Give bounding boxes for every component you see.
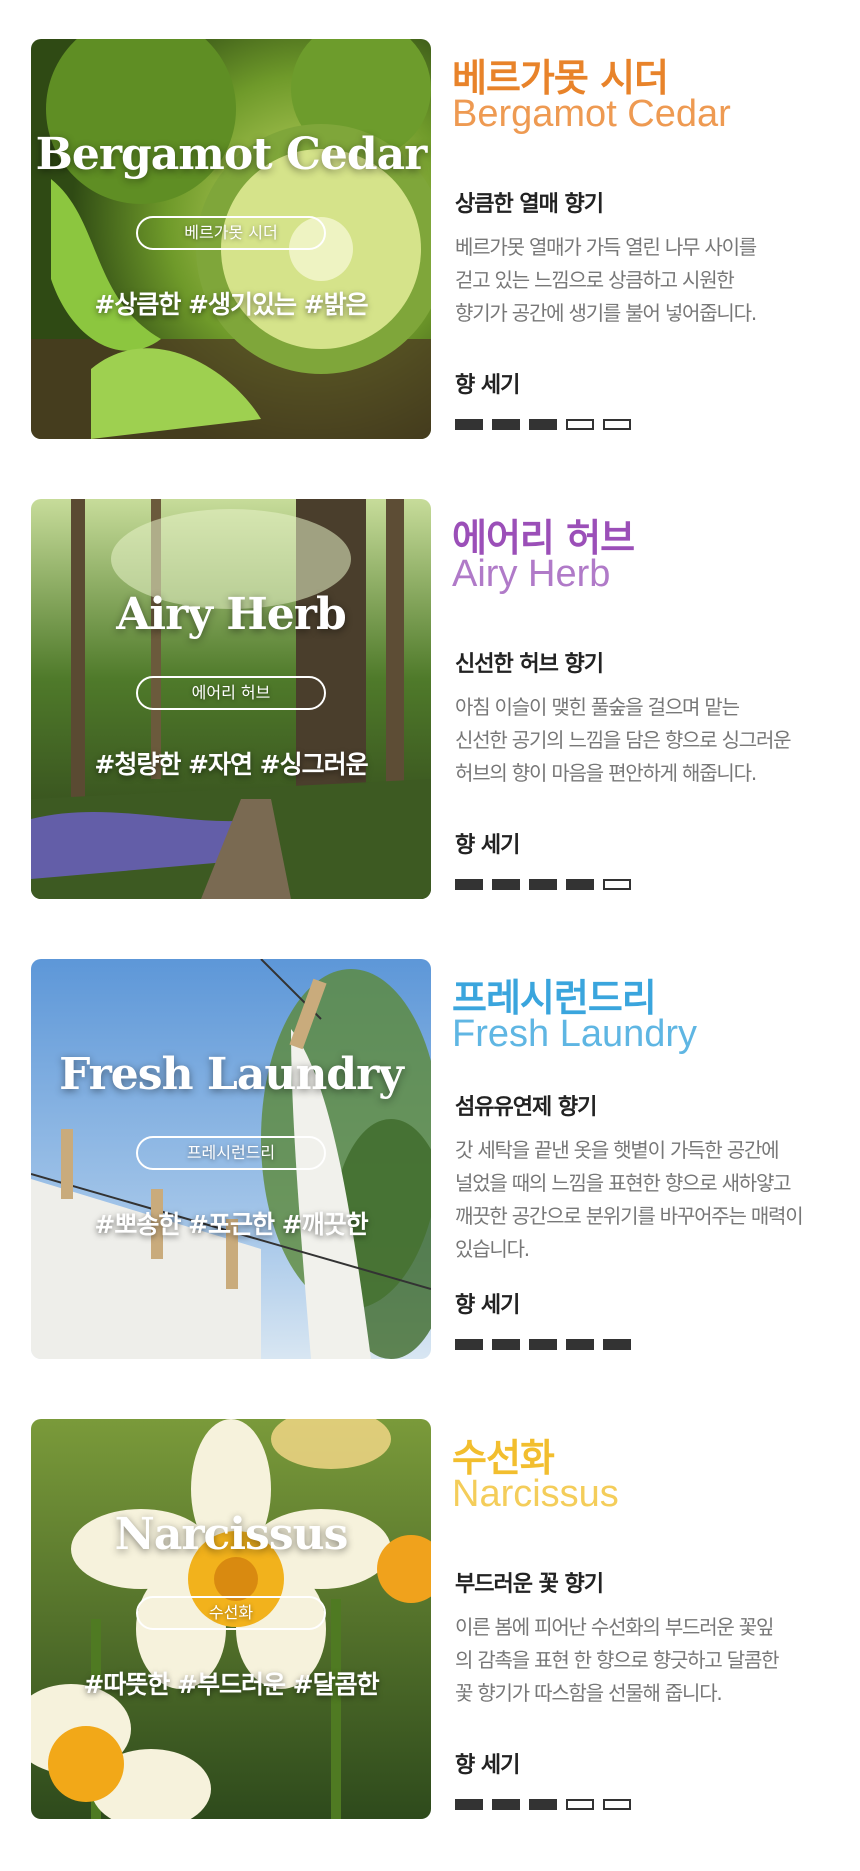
product-name-english: Bergamot Cedar — [452, 93, 731, 135]
product-name-english: Narcissus — [452, 1473, 619, 1515]
strength-bar-filled — [492, 1339, 520, 1350]
strength-label: 향 세기 — [455, 373, 520, 398]
product-image-fresh-laundry[interactable]: Fresh Laundry 프레시런드리 #뽀송한 #포근한 #깨끗한 — [31, 959, 431, 1359]
description-line: 깨끗한 공간으로 분위기를 바꾸어주는 매력이 — [455, 1204, 804, 1228]
strength-meter — [455, 879, 655, 890]
thumb-hashtags: #상큼한 #생기있는 #밝은 — [94, 290, 368, 319]
description-line: 있습니다. — [455, 1237, 530, 1261]
description-line: 꽃 향기가 따스함을 선물해 줍니다. — [455, 1681, 723, 1705]
strength-bar-filled — [455, 419, 483, 430]
product-image-narcissus[interactable]: Narcissus 수선화 #따뜻한 #부드러운 #달콤한 — [31, 1419, 431, 1819]
strength-bar-filled — [492, 1799, 520, 1810]
scent-subtitle: 부드러운 꽃 향기 — [455, 1572, 604, 1597]
scent-description: 베르가못 열매가 가득 열린 나무 사이를걷고 있는 느낌으로 상큼하고 시원한… — [455, 231, 850, 330]
product-card-narcissus: Narcissus 수선화 #따뜻한 #부드러운 #달콤한 수선화 Narcis… — [0, 1419, 860, 1819]
strength-bar-filled — [529, 1339, 557, 1350]
strength-bar-filled — [529, 419, 557, 430]
strength-label: 향 세기 — [455, 833, 520, 858]
strength-bar-empty — [603, 419, 631, 430]
scent-description: 아침 이슬이 맺힌 풀숲을 걸으며 맡는신선한 공기의 느낌을 담은 향으로 싱… — [455, 691, 850, 790]
strength-bar-filled — [529, 879, 557, 890]
product-name-english: Airy Herb — [452, 553, 611, 595]
product-image-airy-herb[interactable]: Airy Herb 에어리 허브 #청량한 #자연 #싱그러운 — [31, 499, 431, 899]
thumb-title: Narcissus — [114, 1509, 349, 1560]
thumb-name-pill: 에어리 허브 — [136, 676, 326, 710]
strength-bar-empty — [566, 1799, 594, 1810]
strength-meter — [455, 419, 655, 430]
thumb-title: Bergamot Cedar — [35, 129, 428, 180]
strength-bar-filled — [455, 1339, 483, 1350]
description-line: 향기가 공간에 생기를 불어 넣어줍니다. — [455, 301, 757, 325]
strength-bar-empty — [603, 1799, 631, 1810]
strength-bar-filled — [529, 1799, 557, 1810]
product-card-fresh-laundry: Fresh Laundry 프레시런드리 #뽀송한 #포근한 #깨끗한 프레시런… — [0, 959, 860, 1359]
description-line: 의 감촉을 표현 한 향으로 향긋하고 달콤한 — [455, 1648, 780, 1672]
thumb-name-pill: 베르가못 시더 — [136, 216, 326, 250]
strength-bar-empty — [603, 879, 631, 890]
description-line: 갓 세탁을 끝낸 옷을 햇볕이 가득한 공간에 — [455, 1138, 780, 1162]
strength-label: 향 세기 — [455, 1753, 520, 1778]
strength-bar-filled — [603, 1339, 631, 1350]
thumb-name-pill: 수선화 — [136, 1596, 326, 1630]
thumb-title: Airy Herb — [116, 589, 346, 640]
strength-bar-empty — [566, 419, 594, 430]
scent-subtitle: 상큼한 열매 향기 — [455, 192, 604, 217]
strength-bar-filled — [455, 1799, 483, 1810]
strength-label: 향 세기 — [455, 1293, 520, 1318]
product-image-bergamot-cedar[interactable]: Bergamot Cedar 베르가못 시더 #상큼한 #생기있는 #밝은 — [31, 39, 431, 439]
product-name-english: Fresh Laundry — [452, 1013, 698, 1055]
strength-bar-filled — [566, 879, 594, 890]
description-line: 널었을 때의 느낌을 표현한 향으로 새하얗고 — [455, 1171, 792, 1195]
description-line: 이른 봄에 피어난 수선화의 부드러운 꽃잎 — [455, 1615, 774, 1639]
scent-subtitle: 신선한 허브 향기 — [455, 652, 604, 677]
description-line: 베르가못 열매가 가득 열린 나무 사이를 — [455, 235, 757, 259]
thumb-name-pill: 프레시런드리 — [136, 1136, 326, 1170]
description-line: 신선한 공기의 느낌을 담은 향으로 싱그러운 — [455, 728, 792, 752]
description-line: 허브의 향이 마음을 편안하게 해줍니다. — [455, 761, 757, 785]
product-card-airy-herb: Airy Herb 에어리 허브 #청량한 #자연 #싱그러운 에어리 허브 A… — [0, 499, 860, 899]
scent-description: 갓 세탁을 끝낸 옷을 햇볕이 가득한 공간에널었을 때의 느낌을 표현한 향으… — [455, 1134, 850, 1266]
scent-subtitle: 섬유유연제 향기 — [455, 1095, 597, 1120]
strength-bar-filled — [492, 879, 520, 890]
strength-meter — [455, 1339, 655, 1350]
scent-description: 이른 봄에 피어난 수선화의 부드러운 꽃잎의 감촉을 표현 한 향으로 향긋하… — [455, 1611, 850, 1710]
description-line: 걷고 있는 느낌으로 상큼하고 시원한 — [455, 268, 735, 292]
thumb-title: Fresh Laundry — [59, 1049, 404, 1100]
strength-bar-filled — [492, 419, 520, 430]
thumb-hashtags: #따뜻한 #부드러운 #달콤한 — [83, 1670, 379, 1699]
strength-bar-filled — [566, 1339, 594, 1350]
product-card-bergamot-cedar: Bergamot Cedar 베르가못 시더 #상큼한 #생기있는 #밝은 베르… — [0, 39, 860, 439]
description-line: 아침 이슬이 맺힌 풀숲을 걸으며 맡는 — [455, 695, 740, 719]
thumb-hashtags: #청량한 #자연 #싱그러운 — [94, 750, 368, 779]
strength-meter — [455, 1799, 655, 1810]
strength-bar-filled — [455, 879, 483, 890]
thumb-hashtags: #뽀송한 #포근한 #깨끗한 — [94, 1210, 368, 1239]
